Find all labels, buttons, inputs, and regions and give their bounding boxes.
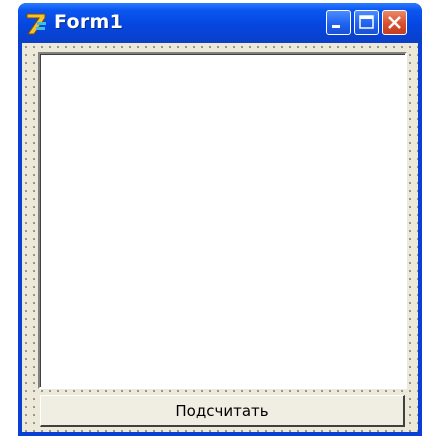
- minimize-icon: [332, 25, 340, 28]
- close-icon: [388, 16, 401, 29]
- count-button[interactable]: Подсчитать: [40, 395, 405, 427]
- maximize-button[interactable]: [354, 10, 379, 35]
- app-icon: [26, 13, 46, 35]
- maximize-icon: [359, 15, 374, 29]
- minimize-button[interactable]: [326, 10, 351, 35]
- close-button[interactable]: [382, 10, 407, 35]
- memo-textarea[interactable]: [38, 52, 407, 389]
- form-client-area: Подсчитать: [22, 43, 418, 432]
- title-bar[interactable]: Form1: [18, 3, 422, 43]
- count-button-label: Подсчитать: [175, 401, 269, 420]
- window-title: Form1: [54, 11, 124, 33]
- form1-window: Form1 Подсчитать: [18, 3, 422, 436]
